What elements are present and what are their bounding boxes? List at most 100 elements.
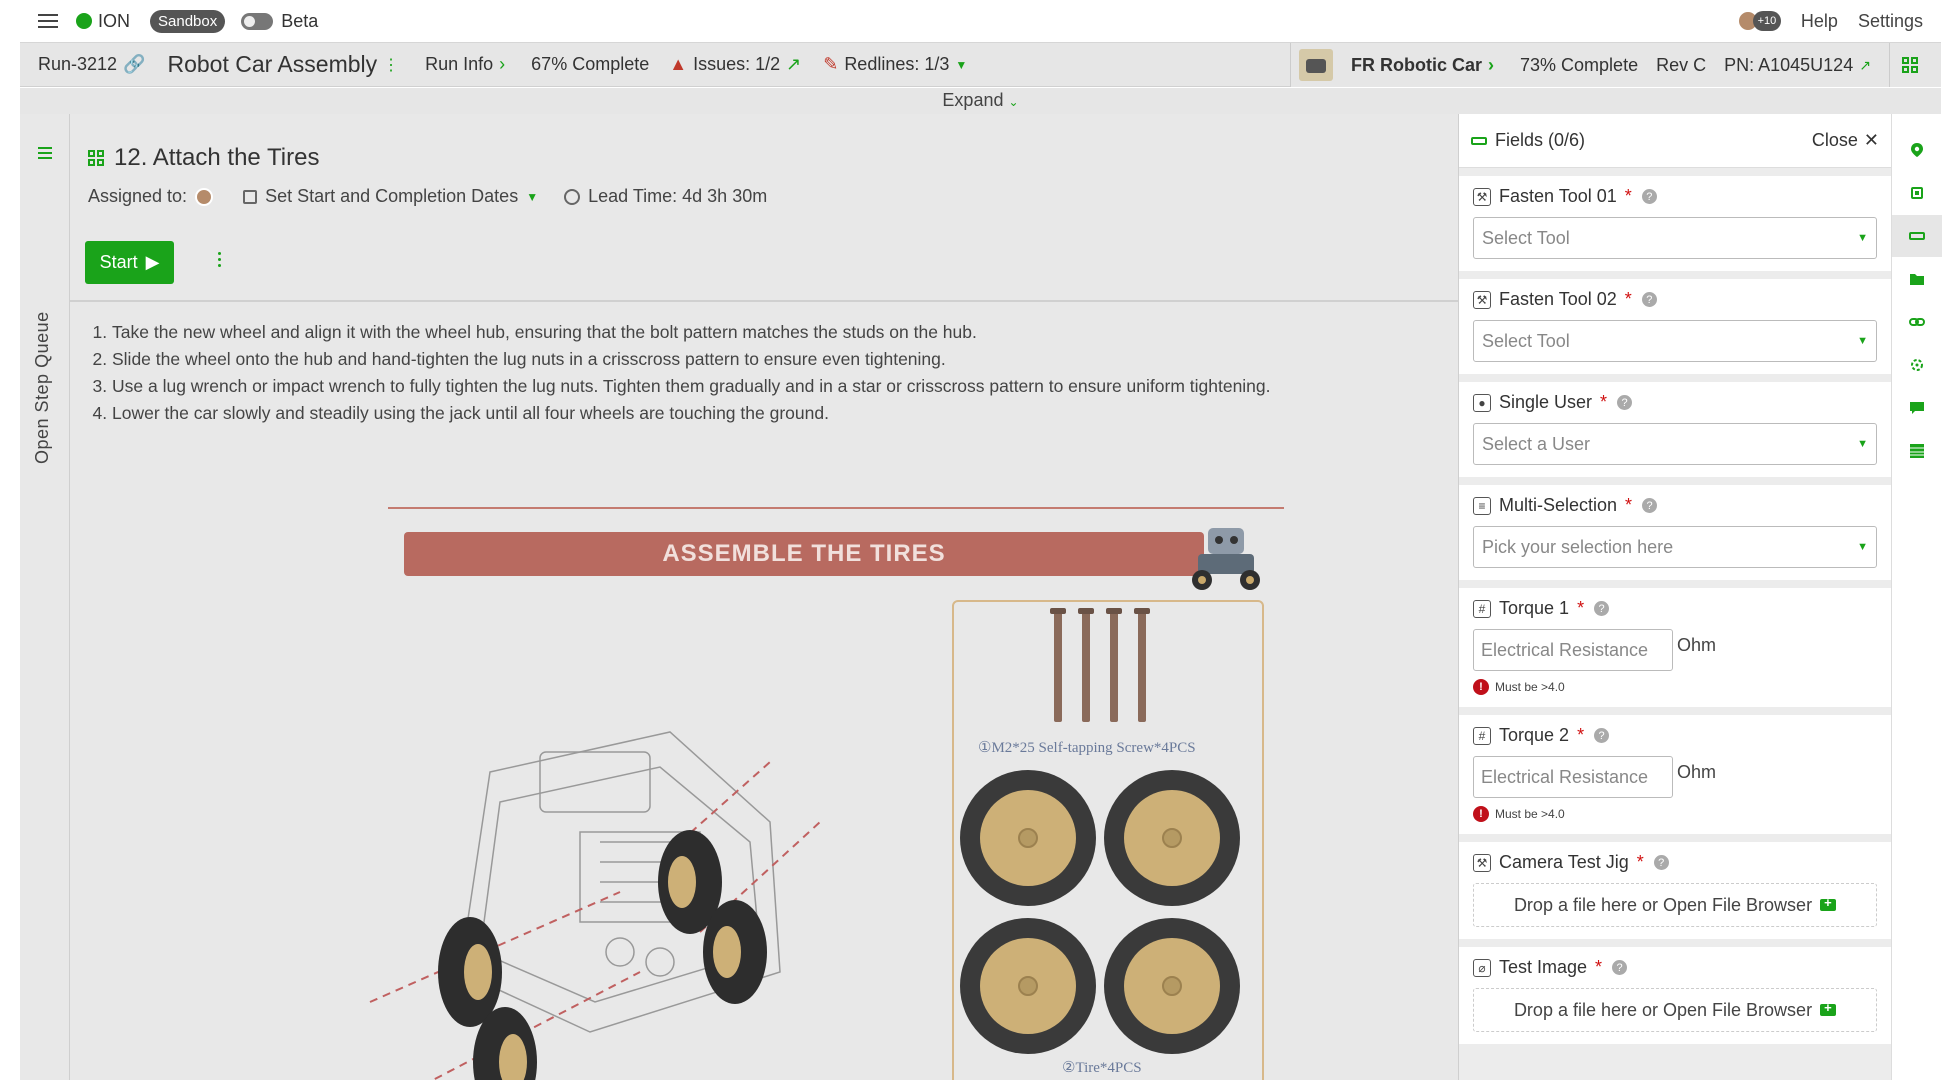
run-info-link[interactable]: Run Info ›	[425, 54, 505, 75]
fields-drawer: Fields (0/6) Close ✕ ⚒ Fasten Tool 01 *? S…	[1458, 114, 1891, 1080]
list-item: Slide the wheel onto the hub and hand-ti…	[112, 346, 1450, 373]
tool-select[interactable]: Select Tool ▼	[1473, 320, 1877, 362]
error-icon: !	[1473, 806, 1489, 822]
redlines-label: Redlines: 1/3	[844, 54, 950, 74]
folder-icon[interactable]	[1909, 271, 1925, 287]
dropzone-label: Drop a file here or Open File Browser	[1513, 894, 1813, 915]
field-label: Multi-Selection	[1499, 495, 1618, 515]
field-label: Single User	[1499, 392, 1593, 412]
menu-icon[interactable]	[38, 14, 58, 28]
field-torque-1: # Torque 1 *? Electrical Resistance Ohm ! M…	[1459, 588, 1891, 707]
unit-label: Ohm	[1677, 635, 1717, 655]
chip-icon[interactable]	[1909, 185, 1925, 201]
set-dates-dropdown[interactable]: Set Start and Completion Dates	[265, 186, 518, 207]
field-label: Torque 2	[1499, 725, 1570, 745]
avatar-overflow-count: +10	[1752, 11, 1781, 31]
status-dot-icon	[76, 13, 92, 29]
play-icon: ▶	[145, 252, 160, 272]
required-marker: *	[1624, 186, 1632, 206]
more-options-icon[interactable]	[218, 252, 221, 267]
caret-down-icon: ▼	[1857, 232, 1868, 244]
required-marker: *	[1600, 392, 1608, 412]
field-label: Test Image	[1499, 957, 1588, 977]
file-dropzone[interactable]: Drop a file here or Open File Browser	[1473, 988, 1877, 1032]
folder-plus-icon	[1820, 1000, 1837, 1016]
multi-select[interactable]: Pick your selection here ▼	[1473, 526, 1877, 568]
help-icon[interactable]: ?	[1641, 189, 1657, 204]
close-button[interactable]: Close ✕	[1812, 130, 1879, 151]
screw-head-icon	[1050, 608, 1066, 614]
field-torque-2: # Torque 2 *? Electrical Resistance Ohm ! M…	[1459, 715, 1891, 834]
help-link[interactable]: Help	[1801, 11, 1838, 32]
screw-head-icon	[1078, 608, 1094, 614]
dropzone-label: Drop a file here or Open File Browser	[1513, 999, 1813, 1020]
product-progress: 73% Complete	[1520, 54, 1639, 75]
crosshair-icon[interactable]	[1909, 357, 1925, 373]
caret-down-icon: ▼	[1857, 335, 1868, 347]
link-icon[interactable]: 🔗	[123, 54, 145, 75]
drawer-header: Fields (0/6) Close ✕	[1459, 114, 1891, 168]
caret-down-icon[interactable]: ▼	[526, 190, 538, 204]
clock-icon	[564, 188, 581, 205]
required-marker: *	[1577, 598, 1585, 618]
run-title-menu-icon[interactable]: ⋮	[383, 55, 399, 75]
folder-plus-icon	[1820, 895, 1837, 911]
help-icon[interactable]: ?	[1612, 960, 1628, 975]
list-item: Take the new wheel and align it with the…	[112, 319, 1450, 346]
chevron-right-icon: ›	[1488, 54, 1495, 75]
car-exploded-view	[369, 731, 821, 1080]
help-icon[interactable]: ?	[1641, 292, 1657, 307]
torque-1-input[interactable]: Electrical Resistance	[1473, 629, 1673, 671]
beta-label: Beta	[281, 10, 319, 31]
help-icon[interactable]: ?	[1594, 601, 1610, 616]
field-single-user: ● Single User *? Select a User ▼	[1459, 382, 1891, 477]
file-dropzone[interactable]: Drop a file here or Open File Browser	[1473, 883, 1877, 927]
qr-code-icon[interactable]	[88, 150, 104, 166]
tire-caption: ②Tire*4PCS	[1062, 1060, 1142, 1076]
help-icon[interactable]: ?	[1617, 395, 1633, 410]
tire-icon	[960, 918, 1096, 1054]
fields-icon[interactable]	[1909, 228, 1925, 244]
settings-link[interactable]: Settings	[1858, 11, 1923, 32]
instruction-list: Take the new wheel and align it with the…	[90, 319, 1450, 427]
field-multi-selection: ≡ Multi-Selection *? Pick your selection h…	[1459, 485, 1891, 580]
beta-toggle[interactable]	[241, 12, 274, 30]
table-icon[interactable]	[1909, 443, 1925, 459]
external-link-icon[interactable]: ↗	[1859, 57, 1871, 74]
comment-icon[interactable]	[1909, 400, 1925, 416]
assignee-avatar[interactable]	[195, 187, 214, 206]
user-icon: ●	[1473, 393, 1491, 412]
redlines-dropdown[interactable]: ✎ Redlines: 1/3 ▼	[823, 54, 967, 75]
run-id[interactable]: Run-3212 🔗	[38, 54, 145, 75]
expand-toggle[interactable]: Expand ⌄	[20, 88, 1941, 114]
queue-list-icon[interactable]	[38, 147, 52, 159]
help-icon[interactable]: ?	[1642, 498, 1658, 513]
run-title: Robot Car Assembly	[167, 51, 378, 77]
start-button[interactable]: Start ▶	[85, 241, 174, 284]
select-placeholder: Select Tool	[1482, 227, 1570, 248]
select-placeholder: Pick your selection here	[1482, 536, 1674, 557]
wrench-icon: ⚒	[1473, 853, 1491, 872]
step-queue-rail[interactable]: Open Step Queue	[20, 114, 70, 1080]
caret-down-icon: ▼	[1857, 541, 1868, 553]
help-icon[interactable]: ?	[1653, 855, 1669, 870]
field-camera-test-jig: ⚒ Camera Test Jig *? Drop a file here or O…	[1459, 842, 1891, 939]
link-icon[interactable]	[1909, 314, 1925, 330]
help-icon[interactable]: ?	[1594, 728, 1610, 743]
user-avatars[interactable]: +10	[1736, 10, 1781, 32]
run-bar: Run-3212 🔗 Robot Car Assembly ⋮ Run Info…	[20, 43, 1941, 87]
error-text: Must be >4.0	[1495, 807, 1565, 821]
calendar-icon	[243, 189, 258, 204]
user-select[interactable]: Select a User ▼	[1473, 423, 1877, 465]
torque-2-input[interactable]: Electrical Resistance	[1473, 756, 1673, 798]
product-name-link[interactable]: FR Robotic Car ›	[1351, 55, 1494, 76]
required-marker: *	[1595, 957, 1603, 977]
step-title: 12. Attach the Tires	[114, 144, 320, 171]
tool-select[interactable]: Select Tool ▼	[1473, 217, 1877, 259]
qr-code-button[interactable]	[1888, 43, 1931, 87]
open-step-queue-label[interactable]: Open Step Queue	[32, 311, 53, 464]
issues-link[interactable]: ▲ Issues: 1/2 ↗	[669, 54, 801, 75]
step-meta: Assigned to: Set Start and Completion Da…	[88, 186, 767, 207]
location-pin-icon[interactable]	[1909, 142, 1925, 158]
list-item: Use a lug wrench or impact wrench to ful…	[112, 373, 1450, 400]
